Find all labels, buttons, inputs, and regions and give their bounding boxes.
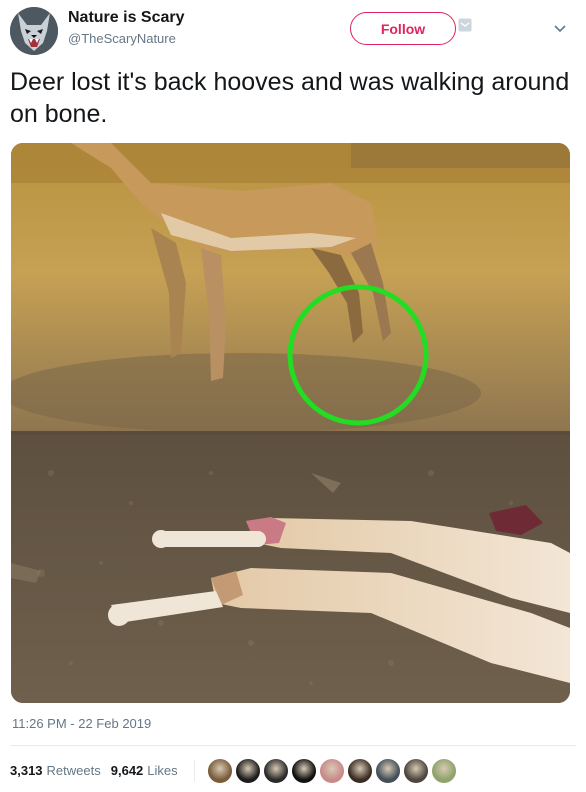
- liker-avatar-1[interactable]: [207, 758, 233, 784]
- likes-label: Likes: [147, 762, 178, 778]
- tweet-header: Nature is Scary @TheScaryNature Follow: [0, 0, 586, 62]
- liker-avatar-6[interactable]: [347, 758, 373, 784]
- chevron-down-icon[interactable]: [553, 22, 567, 36]
- user-handle[interactable]: @TheScaryNature: [68, 31, 176, 46]
- liker-avatar-5[interactable]: [319, 758, 345, 784]
- follow-button[interactable]: Follow: [350, 12, 456, 45]
- profile-avatar[interactable]: [10, 7, 58, 55]
- liker-avatar-8[interactable]: [403, 758, 429, 784]
- retweets-count: 3,313: [10, 762, 43, 778]
- dm-icon[interactable]: [458, 18, 472, 32]
- likes-count: 9,642: [110, 762, 144, 778]
- liker-avatar-7[interactable]: [375, 758, 401, 784]
- tweet-stats: 3,313 Retweets 9,642 Likes: [10, 756, 188, 784]
- tweet-timestamp[interactable]: 11:26 PM - 22 Feb 2019: [12, 716, 151, 731]
- liker-avatar-2[interactable]: [235, 758, 261, 784]
- stats-separator: [194, 760, 195, 782]
- retweets-stat[interactable]: 3,313 Retweets: [10, 763, 101, 778]
- likes-stat[interactable]: 9,642 Likes: [111, 763, 178, 778]
- retweets-label: Retweets: [46, 762, 101, 778]
- divider: [10, 745, 576, 746]
- display-name[interactable]: Nature is Scary: [68, 9, 185, 27]
- tweet-photo[interactable]: [11, 143, 570, 703]
- liker-avatar-3[interactable]: [263, 758, 289, 784]
- liker-avatar-4[interactable]: [291, 758, 317, 784]
- tweet-text: Deer lost it's back hooves and was walki…: [10, 68, 570, 128]
- deer-photo: [11, 143, 570, 703]
- wolf-avatar-icon: [10, 7, 58, 55]
- liker-avatars: [207, 758, 459, 784]
- liker-avatar-9[interactable]: [431, 758, 457, 784]
